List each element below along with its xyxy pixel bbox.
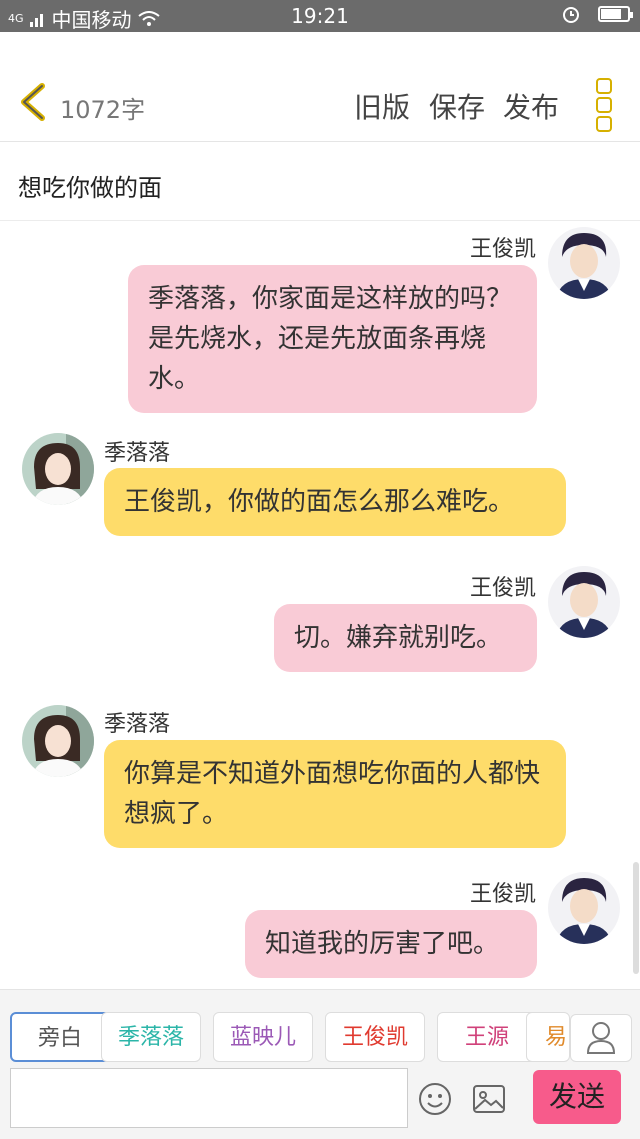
story-title[interactable]: 想吃你做的面 (18, 168, 162, 203)
back-chevron-icon[interactable] (16, 82, 50, 122)
chat-area[interactable]: 王俊凯 季落落，你家面是这样放的吗？是先烧水，还是先放面条再烧水。 季落落 王俊… (0, 221, 640, 989)
save-button[interactable]: 保存 (429, 86, 485, 126)
old-version-button[interactable]: 旧版 (354, 86, 410, 126)
speaker-name: 王俊凯 (469, 576, 536, 601)
status-right (562, 5, 633, 23)
speaker-name: 季落落 (104, 712, 171, 737)
avatar-wangjunkai[interactable] (548, 872, 620, 944)
message-bubble: 你算是不知道外面想吃你面的人都快想疯了。 (104, 740, 566, 848)
alarm-icon (563, 7, 579, 23)
send-button[interactable]: 发送 (533, 1070, 621, 1124)
add-role-user-icon[interactable] (570, 1014, 632, 1062)
avatar-jiluoluo[interactable] (22, 705, 94, 777)
message-bubble: 知道我的厉害了吧。 (245, 910, 537, 978)
emoji-icon[interactable] (418, 1082, 452, 1116)
role-tab-wangjunkai[interactable]: 王俊凯 (325, 1012, 425, 1062)
speaker-name: 王俊凯 (469, 237, 536, 262)
message-input[interactable] (10, 1068, 408, 1128)
word-count: 1072字 (60, 96, 146, 124)
avatar-wangjunkai[interactable] (548, 566, 620, 638)
role-tab-jiluoluo[interactable]: 季落落 (101, 1012, 201, 1062)
avatar-jiluoluo[interactable] (22, 433, 94, 505)
image-icon[interactable] (472, 1084, 506, 1114)
role-toolbar: 旁白 季落落 蓝映儿 王俊凯 王源 易 发送 (0, 989, 640, 1139)
role-tab-lanyinger[interactable]: 蓝映儿 (213, 1012, 313, 1062)
status-bar: 4G 中国移动 19:21 (0, 0, 640, 32)
role-tab-narrator[interactable]: 旁白 (10, 1012, 110, 1062)
message-bubble: 王俊凯，你做的面怎么那么难吃。 (104, 468, 566, 536)
avatar-wangjunkai[interactable] (548, 227, 620, 299)
publish-button[interactable]: 发布 (503, 86, 559, 126)
editor-header: 1072字 旧版 保存 发布 (0, 32, 640, 142)
more-menu-icon[interactable] (596, 78, 612, 132)
role-tab-yi[interactable]: 易 (526, 1012, 570, 1062)
speaker-name: 季落落 (104, 441, 171, 466)
battery-icon (598, 6, 633, 22)
speaker-name: 王俊凯 (469, 882, 536, 907)
role-tab-wangyuan[interactable]: 王源 (437, 1012, 537, 1062)
chat-scrollbar[interactable] (633, 862, 639, 974)
message-bubble: 季落落，你家面是这样放的吗？是先烧水，还是先放面条再烧水。 (128, 265, 537, 413)
message-bubble: 切。嫌弃就别吃。 (274, 604, 537, 672)
status-time: 19:21 (291, 4, 349, 28)
